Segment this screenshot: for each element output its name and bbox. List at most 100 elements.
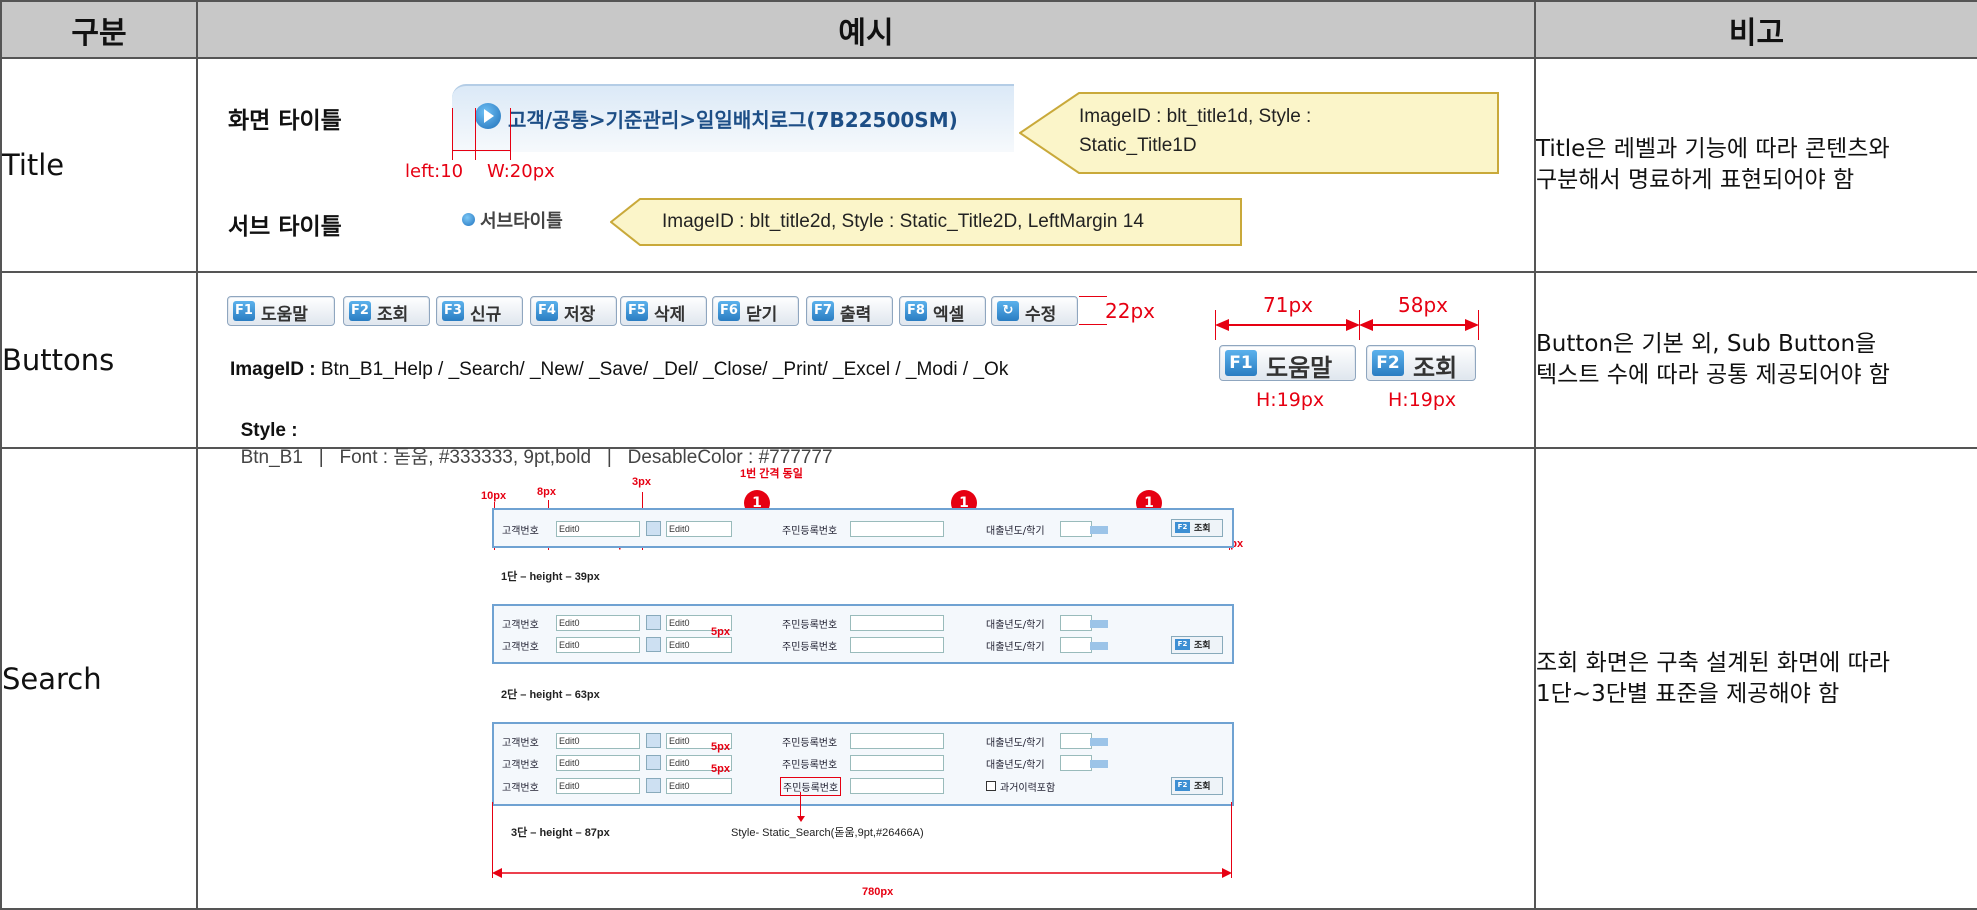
buttons-style: Style : Btn_B1 | Font : 돋움, #333333, 9pt… bbox=[230, 398, 833, 469]
p2-year-edit-1[interactable] bbox=[1060, 615, 1092, 631]
f2-key-icon: F2 bbox=[349, 301, 371, 321]
sample-search-label: 조회 bbox=[1413, 354, 1458, 382]
screen-title-sample: 고객/공통>기준관리>일일배치로그(7B22500SM) bbox=[452, 84, 1014, 152]
p2-customer-edit-2b[interactable]: Edit0 bbox=[666, 637, 732, 653]
anno-5px-p3b: 5px bbox=[711, 763, 730, 775]
screen-title-label: 화면 타이틀 bbox=[228, 108, 342, 134]
rrn-label: 주민등록번호 bbox=[782, 526, 838, 537]
panel1-search-button[interactable]: F2 조회 bbox=[1171, 519, 1223, 537]
image-id-prefix: ImageID : bbox=[230, 359, 316, 380]
sample-button-search[interactable]: F2 조회 bbox=[1366, 345, 1476, 382]
style-pointer-line bbox=[800, 792, 801, 818]
p2-rrn-edit-1[interactable] bbox=[850, 615, 944, 631]
p2-customer-label-1: 고객번호 bbox=[502, 620, 539, 631]
history-checkbox-label: 과거이력포함 bbox=[1000, 783, 1056, 794]
search-icon[interactable] bbox=[646, 521, 661, 536]
p2-customer-label-2: 고객번호 bbox=[502, 642, 539, 653]
p2-year-combo-2[interactable] bbox=[1090, 642, 1108, 650]
p3-rrn-edit-1[interactable] bbox=[850, 733, 944, 749]
button-height-anno: 22px bbox=[1105, 299, 1155, 323]
title-dim-line-1 bbox=[452, 108, 453, 160]
same-gap-anno: 1번 간격 동일 bbox=[740, 468, 803, 480]
search-icon[interactable] bbox=[646, 615, 661, 630]
search-icon[interactable] bbox=[646, 778, 661, 793]
p3-year-combo-2[interactable] bbox=[1090, 760, 1108, 768]
history-checkbox[interactable] bbox=[986, 781, 996, 791]
year-edit[interactable] bbox=[1060, 521, 1092, 537]
button-save[interactable]: F4 저장 bbox=[530, 296, 617, 326]
header-remark: 비고 bbox=[1534, 0, 1977, 59]
f5-key-icon: F5 bbox=[626, 301, 648, 321]
f1-key-icon: F1 bbox=[233, 301, 255, 321]
width-arrow-1 bbox=[1215, 319, 1360, 331]
p3-year-edit-2[interactable] bbox=[1060, 755, 1092, 771]
button-modify[interactable]: ↻ 수정 bbox=[991, 296, 1078, 326]
anno-total-width: 780px bbox=[862, 886, 894, 898]
p2-year-label-2: 대출년도/학기 bbox=[986, 642, 1045, 653]
p3-year-combo-1[interactable] bbox=[1090, 738, 1108, 746]
year-label: 대출년도/학기 bbox=[986, 526, 1045, 537]
customer-edit[interactable]: Edit0 bbox=[556, 521, 640, 537]
total-right-line bbox=[1231, 802, 1232, 878]
anno-3px: 3px bbox=[632, 476, 651, 488]
search-icon[interactable] bbox=[646, 637, 661, 652]
search-panel-1: 고객번호 Edit0 Edit0 주민등록번호 대출년도/학기 F2 조회 bbox=[492, 508, 1234, 548]
search-note-line-2: 1단~3단별 표준을 제공해야 함 bbox=[1536, 680, 1840, 707]
search-panel-2: 고객번호 Edit0 Edit0 주민등록번호 대출년도/학기 고객번호 Edi… bbox=[492, 604, 1234, 664]
p3-rrn-edit-2[interactable] bbox=[850, 755, 944, 771]
sub-title-label: 서브 타이틀 bbox=[228, 214, 342, 240]
button-help[interactable]: F1 도움말 bbox=[227, 296, 335, 326]
p2-year-label-1: 대출년도/학기 bbox=[986, 620, 1045, 631]
button-close[interactable]: F6 닫기 bbox=[712, 296, 799, 326]
width-anno-1: 71px bbox=[1263, 293, 1313, 317]
search-icon[interactable] bbox=[646, 733, 661, 748]
year-combo[interactable] bbox=[1090, 526, 1108, 534]
panel2-search-button[interactable]: F2 조회 bbox=[1171, 636, 1223, 654]
p2-year-edit-2[interactable] bbox=[1060, 637, 1092, 653]
f2-key-icon-large: F2 bbox=[1372, 350, 1404, 376]
search-icon[interactable] bbox=[646, 755, 661, 770]
total-left-line bbox=[492, 802, 493, 878]
p3-customer-edit-2[interactable]: Edit0 bbox=[556, 755, 640, 771]
p3-rrn-label-3: 주민등록번호 bbox=[780, 777, 842, 796]
button-excel[interactable]: F8 엑셀 bbox=[899, 296, 986, 326]
p3-customer-edit-3b[interactable]: Edit0 bbox=[666, 778, 732, 794]
refresh-icon: ↻ bbox=[997, 301, 1019, 321]
f8-key-icon: F8 bbox=[905, 301, 927, 321]
p2-customer-edit-1[interactable]: Edit0 bbox=[556, 615, 640, 631]
title-callout-2-text: ImageID : blt_title2d, Style : Static_Ti… bbox=[662, 211, 1144, 232]
p3-customer-label-2: 고객번호 bbox=[502, 760, 539, 771]
title-dim-width: W:20px bbox=[487, 161, 555, 182]
title-note-line-1: Title은 레벨과 기능에 따라 콘텐츠와 bbox=[1536, 136, 1890, 162]
button-new[interactable]: F3 신규 bbox=[436, 296, 523, 326]
button-print[interactable]: F7 출력 bbox=[806, 296, 893, 326]
button-search[interactable]: F2 조회 bbox=[343, 296, 430, 326]
p3-customer-edit-1[interactable]: Edit0 bbox=[556, 733, 640, 749]
p2-rrn-edit-2[interactable] bbox=[850, 637, 944, 653]
title-dim-left: left:10 bbox=[405, 161, 464, 182]
p2-customer-edit-2[interactable]: Edit0 bbox=[556, 637, 640, 653]
panel3-search-button[interactable]: F2 조회 bbox=[1171, 777, 1223, 795]
row-label-buttons: Buttons bbox=[0, 271, 198, 449]
p2-year-combo-1[interactable] bbox=[1090, 620, 1108, 628]
buttons-note: Button은 기본 외, Sub Button을 텍스트 수에 따라 공통 제… bbox=[1534, 271, 1977, 449]
style-pointer-dot bbox=[797, 816, 805, 822]
customer-edit-2[interactable]: Edit0 bbox=[666, 521, 732, 537]
sample-button-help[interactable]: F1 도움말 bbox=[1219, 345, 1356, 382]
title-dim-hline bbox=[452, 150, 510, 151]
f1-key-icon-large: F1 bbox=[1225, 350, 1257, 376]
p3-year-label-2: 대출년도/학기 bbox=[986, 760, 1045, 771]
title-note: Title은 레벨과 기능에 따라 콘텐츠와 구분해서 명료하게 표현되어야 함 bbox=[1534, 57, 1977, 273]
anno-10px-left: 10px bbox=[481, 490, 507, 502]
p3-rrn-edit-3[interactable] bbox=[850, 778, 944, 794]
rrn-edit[interactable] bbox=[850, 521, 944, 537]
search-panel-3: 고객번호 Edit0 Edit0 주민등록번호 대출년도/학기 고객번호 Edi… bbox=[492, 722, 1234, 806]
buttons-image-id: ImageID : Btn_B1_Help / _Search/ _New/ _… bbox=[230, 359, 1008, 381]
f7-key-icon: F7 bbox=[812, 301, 834, 321]
button-delete[interactable]: F5 삭제 bbox=[620, 296, 707, 326]
search-note: 조회 화면은 구축 설계된 화면에 따라 1단~3단별 표준을 제공해야 함 bbox=[1534, 447, 1977, 910]
p3-year-label-1: 대출년도/학기 bbox=[986, 738, 1045, 749]
p3-year-edit-1[interactable] bbox=[1060, 733, 1092, 749]
row-label-search: Search bbox=[0, 447, 198, 910]
p3-customer-edit-3[interactable]: Edit0 bbox=[556, 778, 640, 794]
